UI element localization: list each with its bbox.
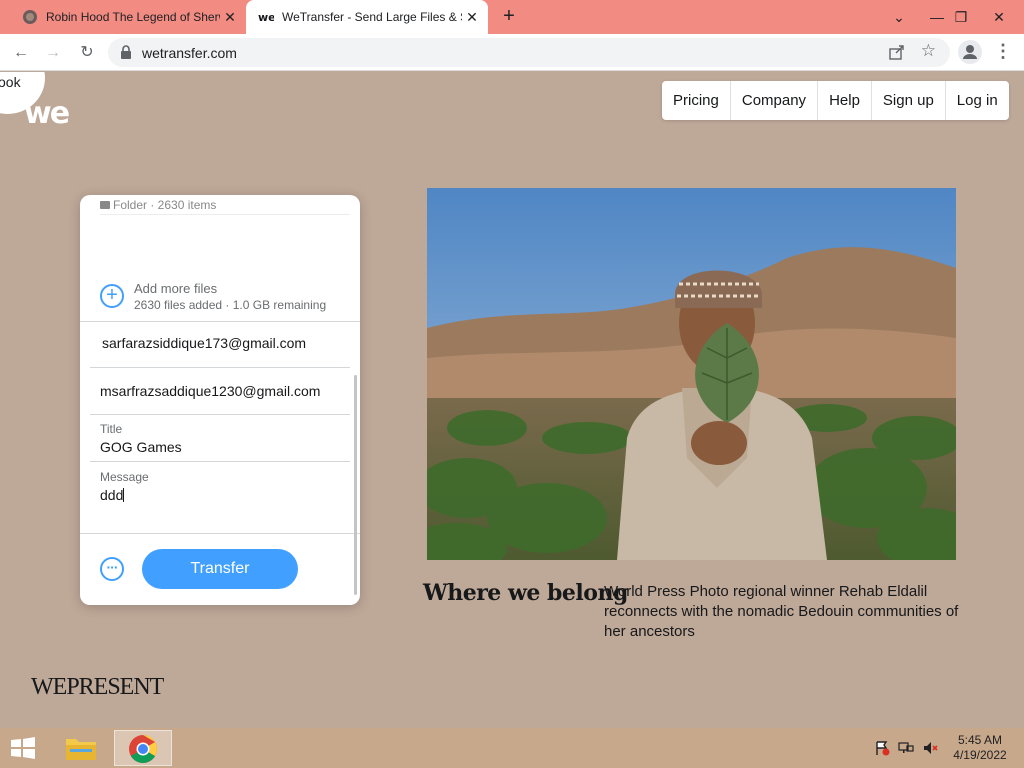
new-tab-button[interactable]: +	[498, 6, 520, 28]
svg-text:we: we	[258, 11, 274, 24]
windows-taskbar: 5:45 AM 4/19/2022	[0, 728, 1024, 768]
nav-company[interactable]: Company	[731, 81, 819, 120]
field-divider	[90, 414, 350, 415]
feature-description: World Press Photo regional winner Rehab …	[604, 583, 959, 640]
field-divider	[90, 461, 350, 462]
add-more-label: Add more files	[134, 281, 218, 296]
top-nav: Pricing Company Help Sign up Log in	[662, 81, 1009, 120]
divider	[80, 321, 360, 322]
email-to-field[interactable]: sarfarazsiddique173@gmail.com	[102, 335, 306, 351]
message-text: ddd	[100, 487, 124, 503]
panel-scrollbar[interactable]	[354, 375, 357, 595]
lock-icon	[121, 45, 131, 59]
email-from-field[interactable]: msarfrazsaddique1230@gmail.com	[100, 383, 320, 399]
message-field[interactable]: ddd	[100, 487, 125, 503]
tab-robin-hood[interactable]: Robin Hood The Legend of Sherwood ✕	[0, 0, 246, 34]
folder-label: Folder · 2630 items	[113, 197, 217, 212]
title-label: Title	[100, 422, 123, 436]
taskbar-chrome[interactable]	[114, 730, 172, 766]
system-clock[interactable]: 5:45 AM 4/19/2022	[950, 733, 1010, 763]
files-summary: 2630 files added · 1.0 GB remaining	[134, 298, 327, 312]
nav-pricing[interactable]: Pricing	[662, 81, 731, 120]
bedouin-man-photo	[427, 188, 956, 560]
transfer-panel: Folder · 2630 items + Add more files 263…	[80, 195, 360, 605]
nav-sign-up[interactable]: Sign up	[872, 81, 946, 120]
wepresent-logo[interactable]: WEPRESENT	[31, 674, 164, 701]
bookmark-star-icon[interactable]: ☆	[921, 41, 936, 61]
title-field[interactable]: GOG Games	[100, 439, 182, 455]
feature-title[interactable]: Where we belong	[423, 580, 628, 606]
wetransfer-page: ook we Pricing Company Help Sign up Log …	[0, 72, 1024, 728]
wetransfer-icon: we	[258, 11, 274, 24]
profile-icon	[963, 45, 977, 59]
feature-photo[interactable]	[427, 188, 956, 560]
restore-icon[interactable]: ❐	[944, 0, 978, 34]
volume-muted-icon[interactable]	[922, 740, 938, 756]
folder-icon	[100, 200, 110, 209]
network-icon[interactable]	[898, 740, 914, 756]
action-center-flag-icon[interactable]	[874, 740, 890, 756]
close-tab-icon[interactable]: ✕	[462, 9, 482, 26]
tab-title: WeTransfer - Send Large Files & Share Ph…	[282, 10, 462, 24]
forward-icon[interactable]: →	[42, 42, 64, 64]
tab-wetransfer[interactable]: we WeTransfer - Send Large Files & Share…	[246, 0, 488, 34]
clock-time: 5:45 AM	[957, 733, 1003, 747]
divider	[80, 533, 360, 534]
address-bar[interactable]: wetransfer.com ☆	[108, 38, 950, 67]
tab-title: Robin Hood The Legend of Sherwood	[46, 10, 220, 24]
taskbar-file-explorer[interactable]	[52, 730, 110, 766]
text-cursor	[123, 488, 125, 502]
windows-start-icon[interactable]	[8, 736, 38, 760]
folder-icon	[66, 739, 96, 760]
more-options-icon[interactable]: ···	[100, 557, 124, 581]
menu-kebab-icon[interactable]: ⋮	[994, 40, 1012, 64]
wetransfer-logo[interactable]: we	[24, 96, 70, 131]
clock-date: 4/19/2022	[953, 748, 1007, 762]
bubble-text: ook	[0, 74, 21, 90]
browser-toolbar: ← → ↻ wetransfer.com ☆ ⋮	[0, 34, 1024, 71]
reload-icon[interactable]: ↻	[76, 42, 98, 64]
folder-item: Folder · 2630 items	[100, 195, 350, 215]
transfer-button[interactable]: Transfer	[142, 549, 298, 589]
tab-search-icon[interactable]: ⌄	[882, 0, 916, 34]
chrome-icon	[129, 735, 157, 763]
close-tab-icon[interactable]: ✕	[220, 9, 240, 26]
back-icon[interactable]: ←	[10, 42, 32, 64]
tab-strip: Robin Hood The Legend of Sherwood ✕ we W…	[0, 0, 1024, 34]
message-label: Message	[100, 470, 149, 484]
globe-icon	[23, 10, 37, 24]
add-files-plus-icon[interactable]: +	[100, 284, 124, 308]
field-divider	[90, 367, 350, 368]
profile-avatar[interactable]	[958, 40, 982, 64]
nav-help[interactable]: Help	[818, 81, 872, 120]
nav-log-in[interactable]: Log in	[946, 81, 1009, 120]
close-window-icon[interactable]: ✕	[982, 0, 1016, 34]
share-icon[interactable]	[888, 43, 906, 61]
url-text: wetransfer.com	[142, 45, 237, 61]
